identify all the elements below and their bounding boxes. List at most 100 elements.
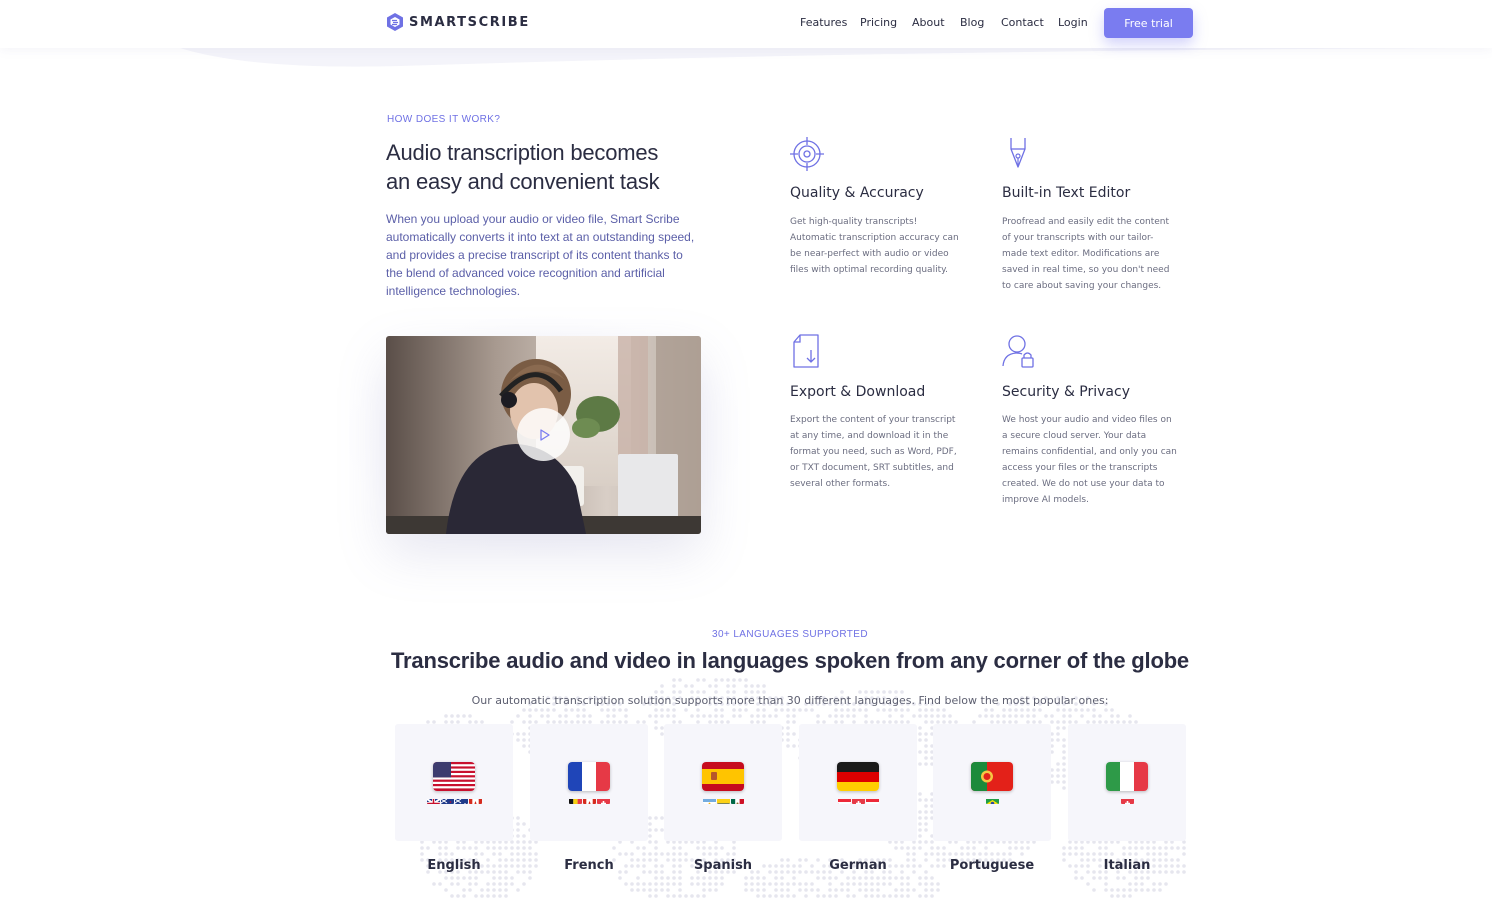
map-dot bbox=[864, 714, 868, 718]
map-dot bbox=[684, 684, 688, 688]
map-dot bbox=[660, 684, 664, 688]
language-card-german[interactable] bbox=[799, 724, 917, 841]
language-name-italian: Italian bbox=[1103, 858, 1151, 873]
map-dot bbox=[906, 852, 910, 856]
map-dot bbox=[828, 876, 832, 880]
map-dot bbox=[1134, 888, 1138, 892]
brand-logo[interactable]: SMARTSCRIBE bbox=[386, 12, 530, 32]
map-dot bbox=[780, 708, 784, 712]
map-dot bbox=[882, 894, 886, 898]
au-flag-icon bbox=[454, 795, 468, 804]
map-dot bbox=[774, 882, 778, 886]
map-dot bbox=[756, 708, 760, 712]
map-dot bbox=[936, 882, 940, 886]
language-card-english[interactable] bbox=[395, 724, 513, 841]
map-dot bbox=[522, 858, 526, 862]
map-dot bbox=[1002, 714, 1006, 718]
map-dot bbox=[828, 882, 832, 886]
map-dot bbox=[918, 762, 922, 766]
nav-features[interactable]: Features bbox=[800, 16, 847, 29]
map-dot bbox=[888, 708, 892, 712]
language-card-spanish[interactable] bbox=[664, 724, 782, 841]
map-dot bbox=[960, 846, 964, 850]
map-dot bbox=[1056, 762, 1060, 766]
map-dot bbox=[1014, 846, 1018, 850]
map-dot bbox=[1116, 894, 1120, 898]
map-dot bbox=[918, 816, 922, 820]
map-dot bbox=[636, 876, 640, 880]
it-flag-icon bbox=[1106, 762, 1148, 791]
map-dot bbox=[1068, 846, 1072, 850]
map-dot bbox=[846, 876, 850, 880]
map-dot bbox=[510, 846, 514, 850]
map-dot bbox=[924, 876, 928, 880]
map-dot bbox=[1032, 708, 1036, 712]
map-dot bbox=[756, 888, 760, 892]
language-card-italian[interactable] bbox=[1068, 724, 1186, 841]
map-dot bbox=[732, 708, 736, 712]
map-dot bbox=[648, 882, 652, 886]
map-dot bbox=[768, 894, 772, 898]
map-dot bbox=[732, 714, 736, 718]
map-dot bbox=[786, 720, 790, 724]
language-card-portuguese[interactable] bbox=[933, 724, 1051, 841]
video-thumbnail[interactable] bbox=[386, 336, 701, 534]
map-dot bbox=[918, 876, 922, 880]
nav-login[interactable]: Login bbox=[1058, 16, 1088, 29]
map-dot bbox=[900, 876, 904, 880]
map-dot bbox=[504, 876, 508, 880]
map-dot bbox=[876, 708, 880, 712]
map-dot bbox=[624, 714, 628, 718]
map-dot bbox=[1080, 846, 1084, 850]
map-dot bbox=[1164, 846, 1168, 850]
mx-flag-icon bbox=[730, 795, 744, 804]
play-button[interactable] bbox=[517, 408, 570, 461]
nav-pricing[interactable]: Pricing bbox=[860, 16, 897, 29]
map-dot bbox=[612, 714, 616, 718]
map-dot bbox=[1062, 714, 1066, 718]
nav-about[interactable]: About bbox=[912, 16, 945, 29]
map-dot bbox=[1092, 714, 1096, 718]
nav-blog[interactable]: Blog bbox=[960, 16, 984, 29]
map-dot bbox=[486, 888, 490, 892]
map-dot bbox=[1074, 852, 1078, 856]
language-card-french[interactable] bbox=[530, 724, 648, 841]
map-dot bbox=[984, 714, 988, 718]
map-dot bbox=[690, 882, 694, 886]
map-dot bbox=[930, 894, 934, 898]
map-dot bbox=[1056, 708, 1060, 712]
map-dot bbox=[702, 852, 706, 856]
nav-contact[interactable]: Contact bbox=[1001, 16, 1044, 29]
map-dot bbox=[1116, 714, 1120, 718]
map-dot bbox=[528, 852, 532, 856]
map-dot bbox=[654, 816, 658, 820]
map-dot bbox=[1170, 846, 1174, 850]
map-dot bbox=[462, 894, 466, 898]
map-dot bbox=[654, 708, 658, 712]
map-dot bbox=[834, 714, 838, 718]
map-dot bbox=[720, 708, 724, 712]
map-dot bbox=[510, 882, 514, 886]
map-dot bbox=[678, 888, 682, 892]
map-dot bbox=[864, 894, 868, 898]
map-dot bbox=[468, 714, 472, 718]
map-dot bbox=[930, 714, 934, 718]
map-dot bbox=[804, 888, 808, 892]
map-dot bbox=[1140, 846, 1144, 850]
play-icon bbox=[539, 428, 550, 441]
map-dot bbox=[984, 708, 988, 712]
map-dot bbox=[900, 894, 904, 898]
map-dot bbox=[1128, 888, 1132, 892]
map-dot bbox=[804, 894, 808, 898]
feature-title: Built-in Text Editor bbox=[1002, 185, 1131, 201]
us-flag-icon bbox=[433, 762, 475, 791]
free-trial-button[interactable]: Free trial bbox=[1104, 8, 1193, 38]
map-dot bbox=[618, 876, 622, 880]
map-dot bbox=[888, 714, 892, 718]
map-dot bbox=[1032, 714, 1036, 718]
map-dot bbox=[498, 888, 502, 892]
map-dot bbox=[654, 858, 658, 862]
map-dot bbox=[774, 708, 778, 712]
map-dot bbox=[918, 714, 922, 718]
logo-icon bbox=[387, 13, 403, 31]
